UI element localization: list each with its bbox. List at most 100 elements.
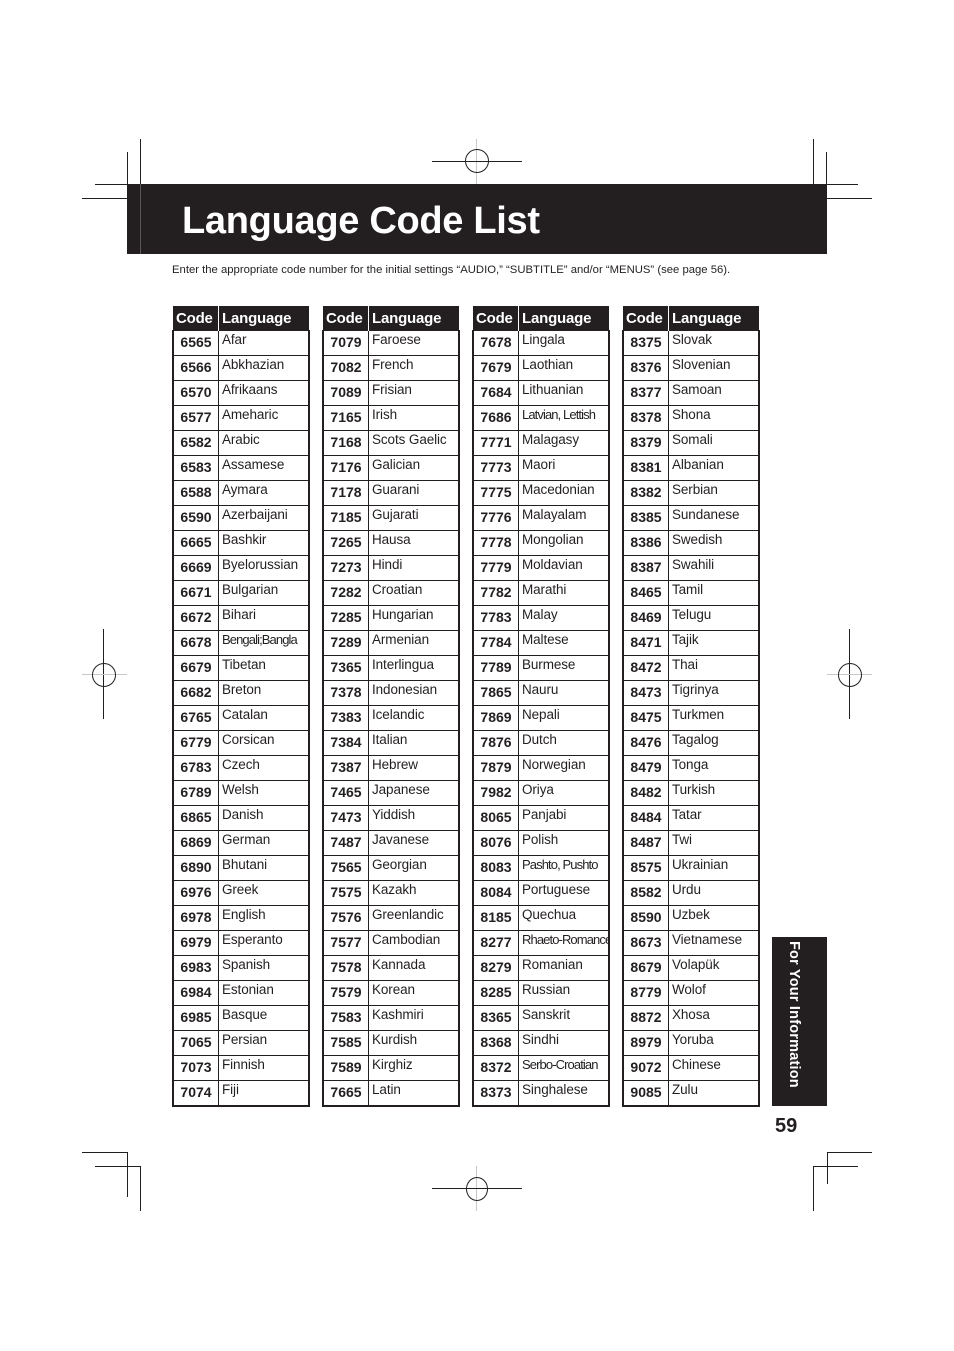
table-row: 6583 Assamese <box>172 455 310 481</box>
language-name: Georgian <box>368 855 460 881</box>
language-name: Afrikaans <box>218 380 310 406</box>
language-name: Chinese <box>668 1055 760 1081</box>
crop-mark <box>827 1152 872 1153</box>
language-code: 7265 <box>322 530 369 556</box>
language-name: Icelandic <box>368 705 460 731</box>
language-code: 8377 <box>622 380 669 406</box>
language-name: Zulu <box>668 1080 760 1107</box>
language-code: 8076 <box>472 830 519 856</box>
table-row: 8679 Volapük <box>622 955 760 981</box>
language-code: 8378 <box>622 405 669 431</box>
table-row: 8475 Turkmen <box>622 705 760 731</box>
table-row: 8465 Tamil <box>622 580 760 606</box>
language-code: 8376 <box>622 355 669 381</box>
registration-circle <box>92 663 116 687</box>
table-row: 6671 Bulgarian <box>172 580 310 606</box>
language-name: Maori <box>518 455 610 481</box>
table-row: 8479 Tonga <box>622 755 760 781</box>
table-row: 6765 Catalan <box>172 705 310 731</box>
language-name: Scots Gaelic <box>368 430 460 456</box>
table-row: 6789 Welsh <box>172 780 310 806</box>
language-name: Estonian <box>218 980 310 1006</box>
language-code: 7565 <box>322 855 369 881</box>
language-name: Albanian <box>668 455 760 481</box>
language-name: Sundanese <box>668 505 760 531</box>
table-row: 7176 Galician <box>322 455 460 481</box>
crop-mark <box>127 152 128 184</box>
table-row: 6570 Afrikaans <box>172 380 310 406</box>
table-row: 6582 Arabic <box>172 430 310 456</box>
language-name: Bashkir <box>218 530 310 556</box>
table-row: 7465 Japanese <box>322 780 460 806</box>
language-code: 8979 <box>622 1030 669 1056</box>
language-code: 7383 <box>322 705 369 731</box>
language-code-table: Code Language 7079 Faroese 7082 French 7089 Fri… <box>322 306 460 1107</box>
language-code: 6588 <box>172 480 219 506</box>
language-code: 7365 <box>322 655 369 681</box>
table-row: 6865 Danish <box>172 805 310 831</box>
language-name: Indonesian <box>368 680 460 706</box>
language-code: 6665 <box>172 530 219 556</box>
language-code: 7487 <box>322 830 369 856</box>
language-name: Latin <box>368 1080 460 1107</box>
language-name: Swahili <box>668 555 760 581</box>
language-code: 7576 <box>322 905 369 931</box>
language-name: Mongolian <box>518 530 610 556</box>
registration-circle <box>465 149 489 173</box>
table-row: 9085 Zulu <box>622 1080 760 1107</box>
language-code: 6582 <box>172 430 219 456</box>
language-name: Bengali;Bangla <box>218 630 310 656</box>
language-code: 8469 <box>622 605 669 631</box>
language-code: 7665 <box>322 1080 369 1107</box>
code-column-header: Code <box>473 306 519 331</box>
table-row: 7079 Faroese <box>322 330 460 356</box>
table-row: 7982 Oriya <box>472 780 610 806</box>
language-code: 8065 <box>472 805 519 831</box>
language-name: Kazakh <box>368 880 460 906</box>
table-row: 7282 Croatian <box>322 580 460 606</box>
language-name: Vietnamese <box>668 930 760 956</box>
language-column-header: Language <box>218 306 309 331</box>
language-name: Rhaeto-Romance <box>518 930 610 956</box>
table-row: 8279 Romanian <box>472 955 610 981</box>
language-name: Fiji <box>218 1080 310 1107</box>
language-code: 7585 <box>322 1030 369 1056</box>
table-row: 7178 Guarani <box>322 480 460 506</box>
language-name: Macedonian <box>518 480 610 506</box>
table-row: 8472 Thai <box>622 655 760 681</box>
language-code: 8379 <box>622 430 669 456</box>
table-row: 7577 Cambodian <box>322 930 460 956</box>
language-code: 7865 <box>472 680 519 706</box>
language-code: 6565 <box>172 330 219 356</box>
table-row: 7082 French <box>322 355 460 381</box>
language-name: Portuguese <box>518 880 610 906</box>
language-code: 7684 <box>472 380 519 406</box>
language-code: 8582 <box>622 880 669 906</box>
language-name: Romanian <box>518 955 610 981</box>
language-name: Cambodian <box>368 930 460 956</box>
table-row: 7686 Latvian, Lettish <box>472 405 610 431</box>
language-name: Welsh <box>218 780 310 806</box>
table-row: 6985 Basque <box>172 1005 310 1031</box>
language-code: 7583 <box>322 1005 369 1031</box>
language-code: 9072 <box>622 1055 669 1081</box>
language-name: Latvian, Lettish <box>518 405 610 431</box>
table-row: 8375 Slovak <box>622 330 760 356</box>
table-row: 7579 Korean <box>322 980 460 1006</box>
language-name: Samoan <box>668 380 760 406</box>
table-row: 7168 Scots Gaelic <box>322 430 460 456</box>
language-code: 7776 <box>472 505 519 531</box>
language-code: 7082 <box>322 355 369 381</box>
language-name: Croatian <box>368 580 460 606</box>
language-name: Breton <box>218 680 310 706</box>
language-code: 8279 <box>472 955 519 981</box>
crop-mark <box>82 198 127 199</box>
table-row: 7784 Maltese <box>472 630 610 656</box>
language-name: Kirghiz <box>368 1055 460 1081</box>
language-code: 6682 <box>172 680 219 706</box>
language-code: 9085 <box>622 1080 669 1107</box>
language-code: 6983 <box>172 955 219 981</box>
language-name: Basque <box>218 1005 310 1031</box>
language-code: 6779 <box>172 730 219 756</box>
language-code: 8679 <box>622 955 669 981</box>
